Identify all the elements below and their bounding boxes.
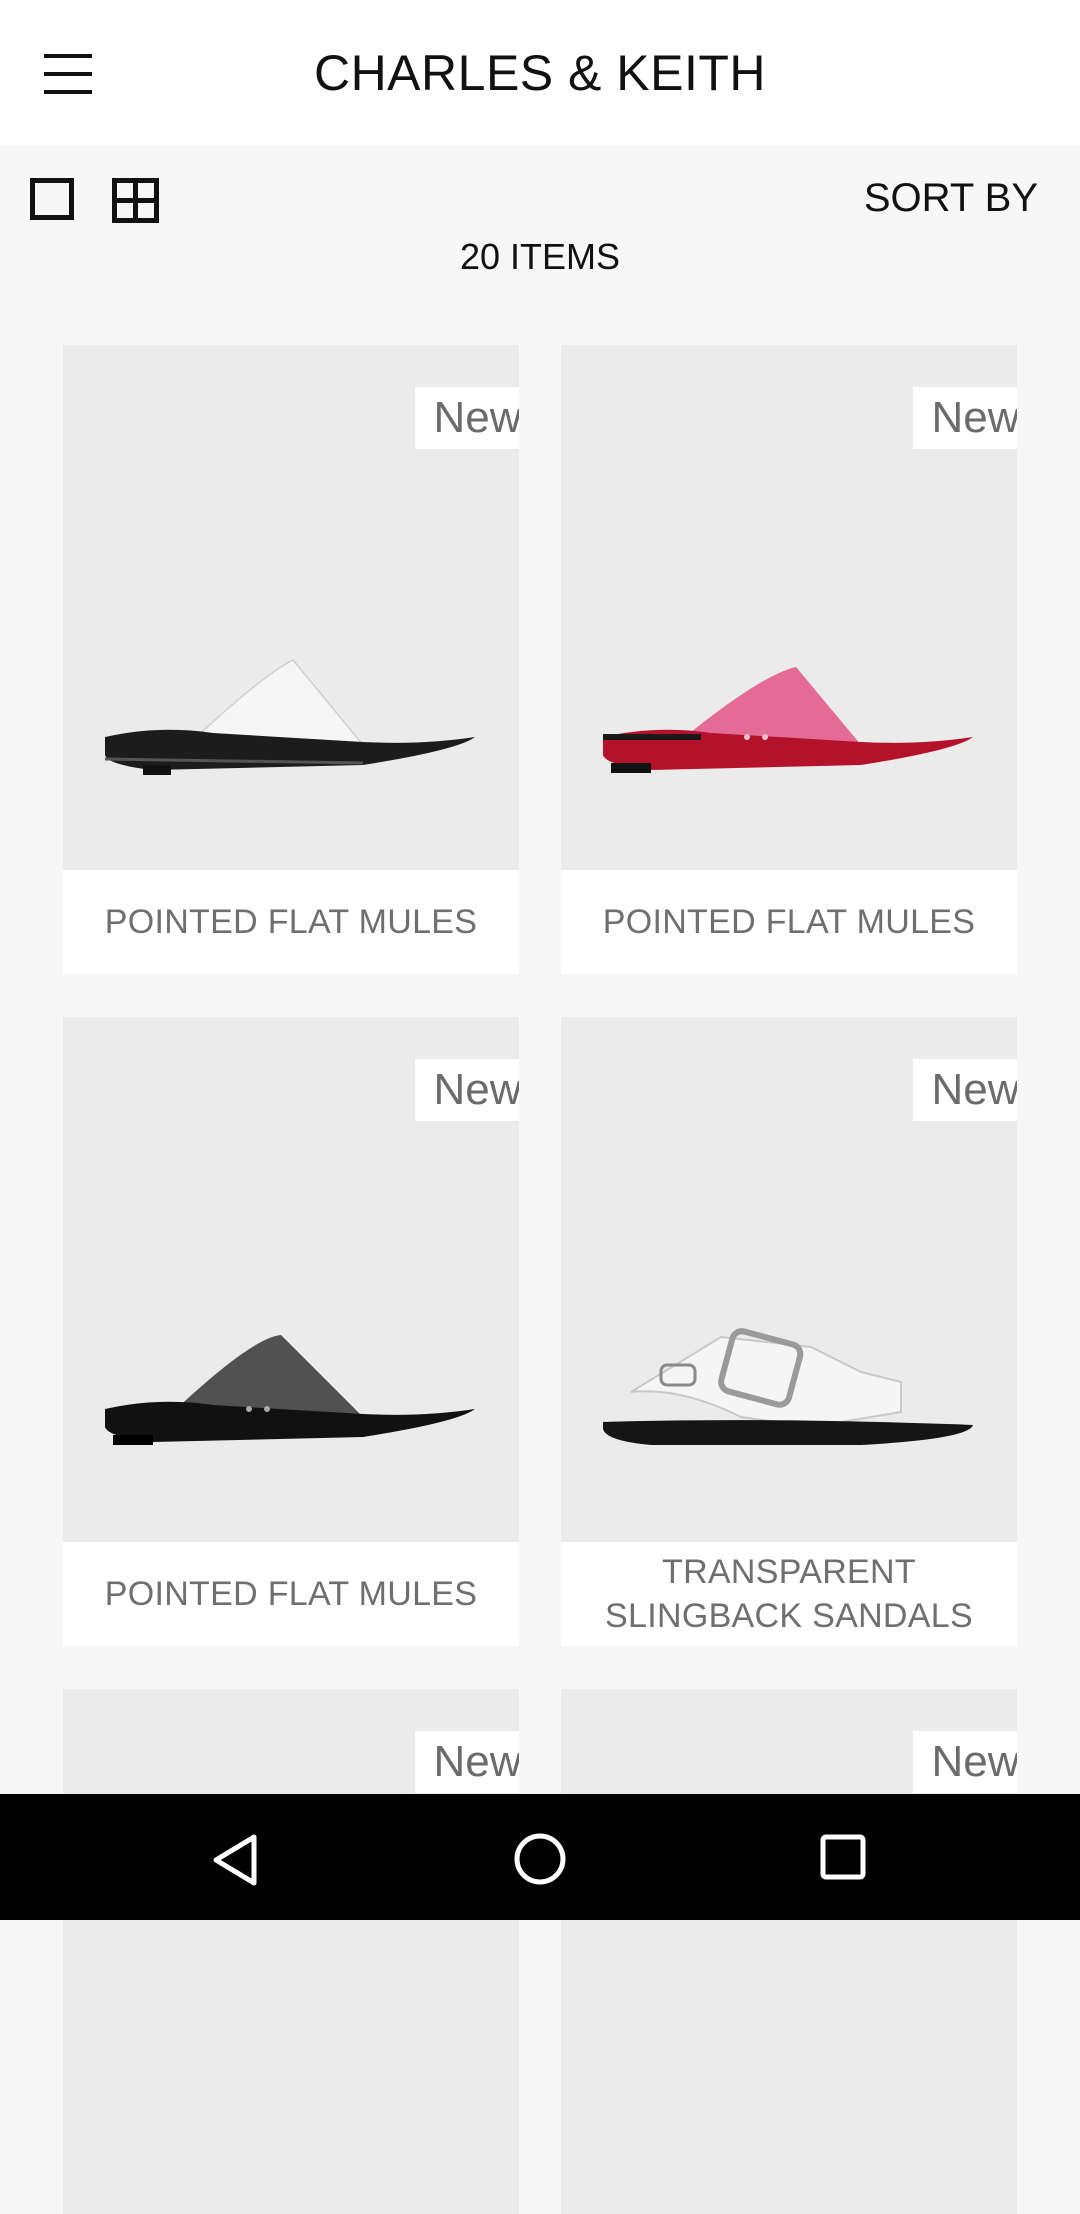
product-card[interactable]: New POINTED FLAT MULES — [561, 345, 1017, 974]
product-image[interactable]: New — [561, 1017, 1017, 1542]
new-badge: New — [415, 1059, 519, 1121]
single-view-icon[interactable] — [30, 178, 74, 220]
product-name[interactable]: POINTED FLAT MULES — [63, 1542, 519, 1646]
item-count: 20 ITEMS — [459, 236, 621, 277]
product-card[interactable]: New — [63, 1689, 519, 2214]
product-image[interactable]: New — [63, 1689, 519, 2214]
app-title: CHARLES & KEITH — [313, 45, 767, 101]
new-badge: New — [913, 387, 1017, 449]
new-badge: New — [913, 1731, 1017, 1793]
product-card[interactable]: New TRANSPARENT SLINGBACK SANDALS — [561, 1017, 1017, 1646]
product-name[interactable]: POINTED FLAT MULES — [561, 870, 1017, 974]
recents-icon[interactable] — [820, 1834, 866, 1885]
product-image[interactable]: New — [561, 345, 1017, 870]
new-badge: New — [415, 1731, 519, 1793]
back-icon[interactable] — [212, 1833, 258, 1892]
grid-view-icon[interactable] — [112, 178, 159, 223]
product-card[interactable]: New POINTED FLAT MULES — [63, 345, 519, 974]
product-image[interactable]: New — [63, 1017, 519, 1542]
home-icon[interactable] — [513, 1832, 567, 1891]
product-card[interactable]: New — [561, 1689, 1017, 2214]
product-name[interactable]: TRANSPARENT SLINGBACK SANDALS — [561, 1542, 1017, 1646]
new-badge: New — [415, 387, 519, 449]
new-badge: New — [913, 1059, 1017, 1121]
sort-by-button[interactable]: SORT BY — [864, 176, 1038, 221]
product-image[interactable]: New — [561, 1689, 1017, 2214]
product-card[interactable]: New POINTED FLAT MULES — [63, 1017, 519, 1646]
app-header: CHARLES & KEITH — [0, 0, 1080, 146]
product-name[interactable]: POINTED FLAT MULES — [63, 870, 519, 974]
product-image[interactable]: New — [63, 345, 519, 870]
